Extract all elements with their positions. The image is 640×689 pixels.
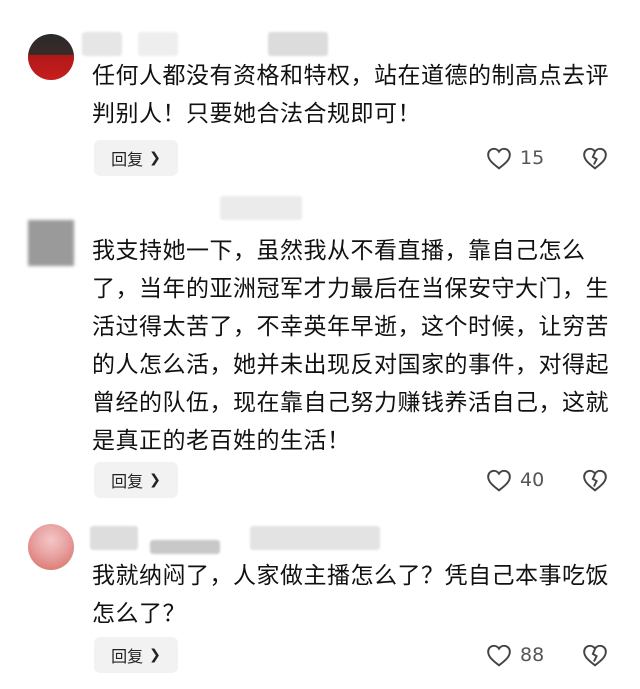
like-count: 40 xyxy=(520,469,545,491)
timestamp-blurred xyxy=(268,32,328,56)
reply-label: 回复 xyxy=(111,150,144,169)
chevron-right-icon: ❯ xyxy=(149,150,161,166)
comment-text: 任何人都没有资格和特权，站在道德的制高点去评判别人！只要她合法合规即可！ xyxy=(92,63,609,127)
like-count: 88 xyxy=(520,644,545,666)
username-blurred xyxy=(220,196,302,220)
like-button[interactable]: 40 xyxy=(486,462,544,498)
broken-heart-icon[interactable] xyxy=(582,643,608,667)
like-count: 15 xyxy=(520,147,545,169)
reply-button[interactable]: 回复 ❯ xyxy=(94,140,178,176)
username-blurred xyxy=(138,32,178,56)
chevron-right-icon: ❯ xyxy=(149,472,161,488)
heart-outline-icon xyxy=(487,644,511,667)
reply-button[interactable]: 回复 ❯ xyxy=(94,462,178,498)
timestamp-blurred xyxy=(250,526,380,550)
avatar[interactable] xyxy=(28,34,74,80)
broken-heart-icon[interactable] xyxy=(582,146,608,170)
avatar[interactable] xyxy=(28,220,74,266)
username-blurred xyxy=(90,526,138,550)
heart-outline-icon xyxy=(487,469,511,492)
chevron-right-icon: ❯ xyxy=(149,647,161,663)
heart-outline-icon xyxy=(487,147,511,170)
reply-label: 回复 xyxy=(111,472,144,491)
broken-heart-icon[interactable] xyxy=(582,468,608,492)
like-button[interactable]: 15 xyxy=(486,140,544,176)
comment-text: 我支持她一下，虽然我从不看直播，靠自己怎么了，当年的亚洲冠军才力最后在当保安守大… xyxy=(92,238,609,454)
username-blurred xyxy=(150,540,220,554)
comment-text: 我就纳闷了，人家做主播怎么了？凭自己本事吃饭怎么了？ xyxy=(92,563,609,627)
like-button[interactable]: 88 xyxy=(486,637,544,673)
reply-label: 回复 xyxy=(111,647,144,666)
reply-button[interactable]: 回复 ❯ xyxy=(94,637,178,673)
avatar[interactable] xyxy=(28,524,74,570)
username-blurred xyxy=(82,32,122,56)
